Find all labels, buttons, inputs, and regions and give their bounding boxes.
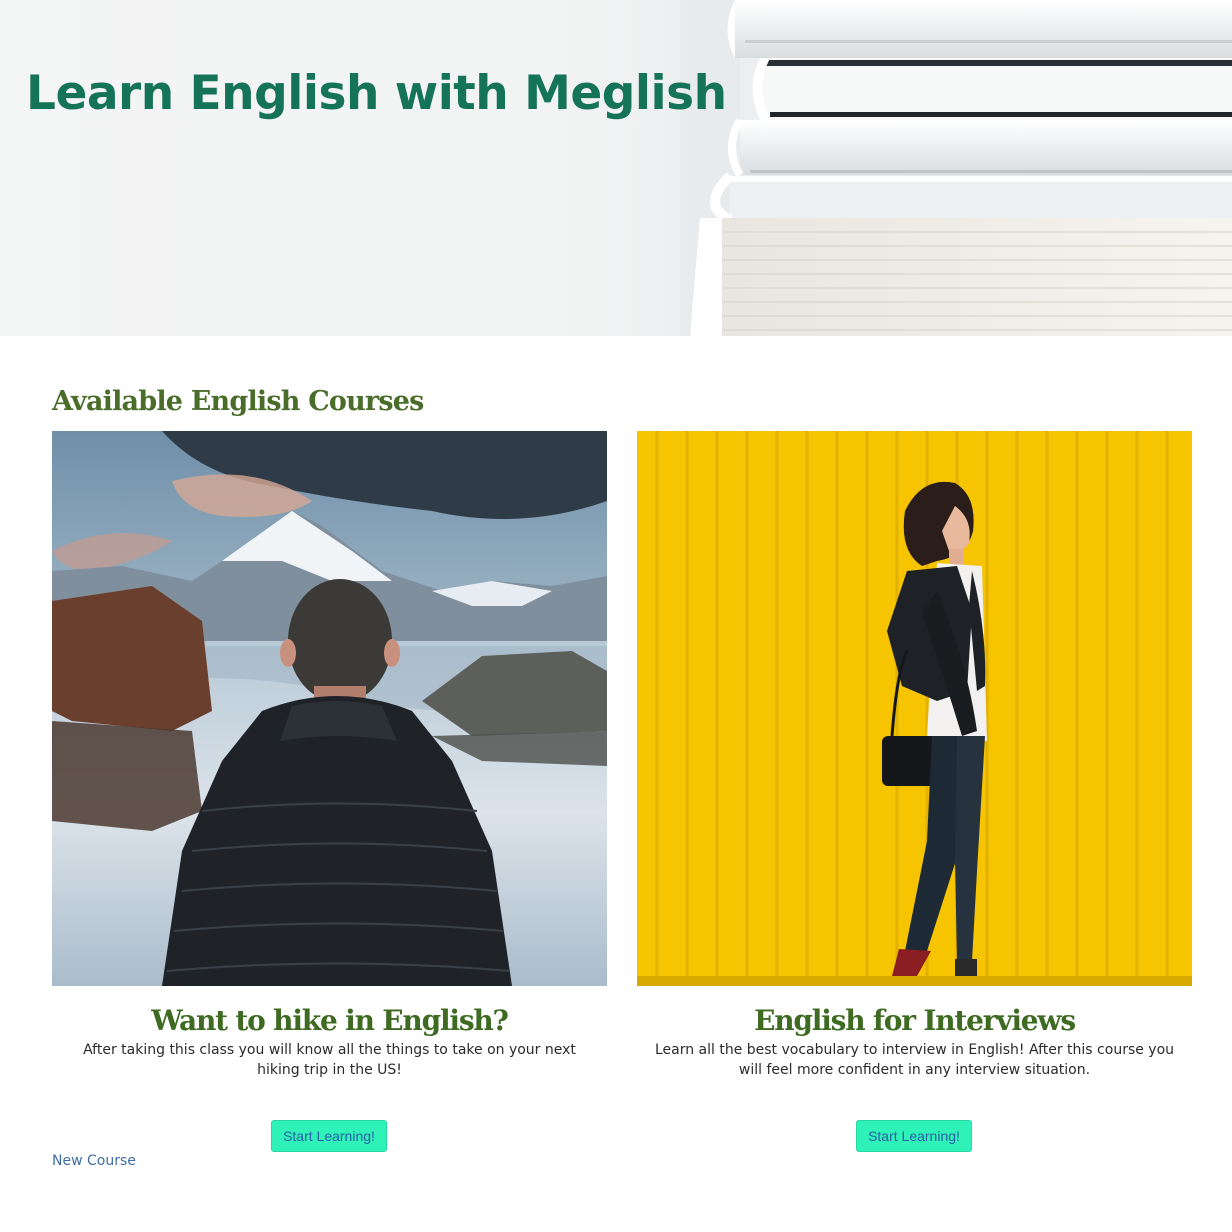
- course-image-hiking: [52, 431, 607, 986]
- course-title: Want to hike in English?: [151, 1004, 509, 1037]
- hero-banner: Learn English with Meglish: [0, 0, 1232, 336]
- page: Learn English with Meglish Available Eng…: [0, 0, 1232, 1232]
- course-card-interviews: English for Interviews Learn all the bes…: [637, 431, 1192, 1152]
- woman-walking-yellow-wall-image: [637, 431, 1192, 986]
- start-learning-button[interactable]: Start Learning!: [271, 1120, 387, 1152]
- course-card-hiking: Want to hike in English? After taking th…: [52, 431, 607, 1152]
- courses-section-title: Available English Courses: [52, 386, 424, 417]
- hiker-mountain-lake-image: [52, 431, 607, 986]
- hero-title: Learn English with Meglish: [26, 66, 727, 121]
- course-description: Learn all the best vocabulary to intervi…: [654, 1042, 1175, 1078]
- course-title: English for Interviews: [754, 1004, 1076, 1037]
- course-image-interviews: [637, 431, 1192, 986]
- new-course-link[interactable]: New Course: [52, 1153, 136, 1169]
- course-description: After taking this class you will know al…: [83, 1042, 576, 1078]
- book-stack-image: [680, 0, 1232, 336]
- start-learning-button[interactable]: Start Learning!: [856, 1120, 972, 1152]
